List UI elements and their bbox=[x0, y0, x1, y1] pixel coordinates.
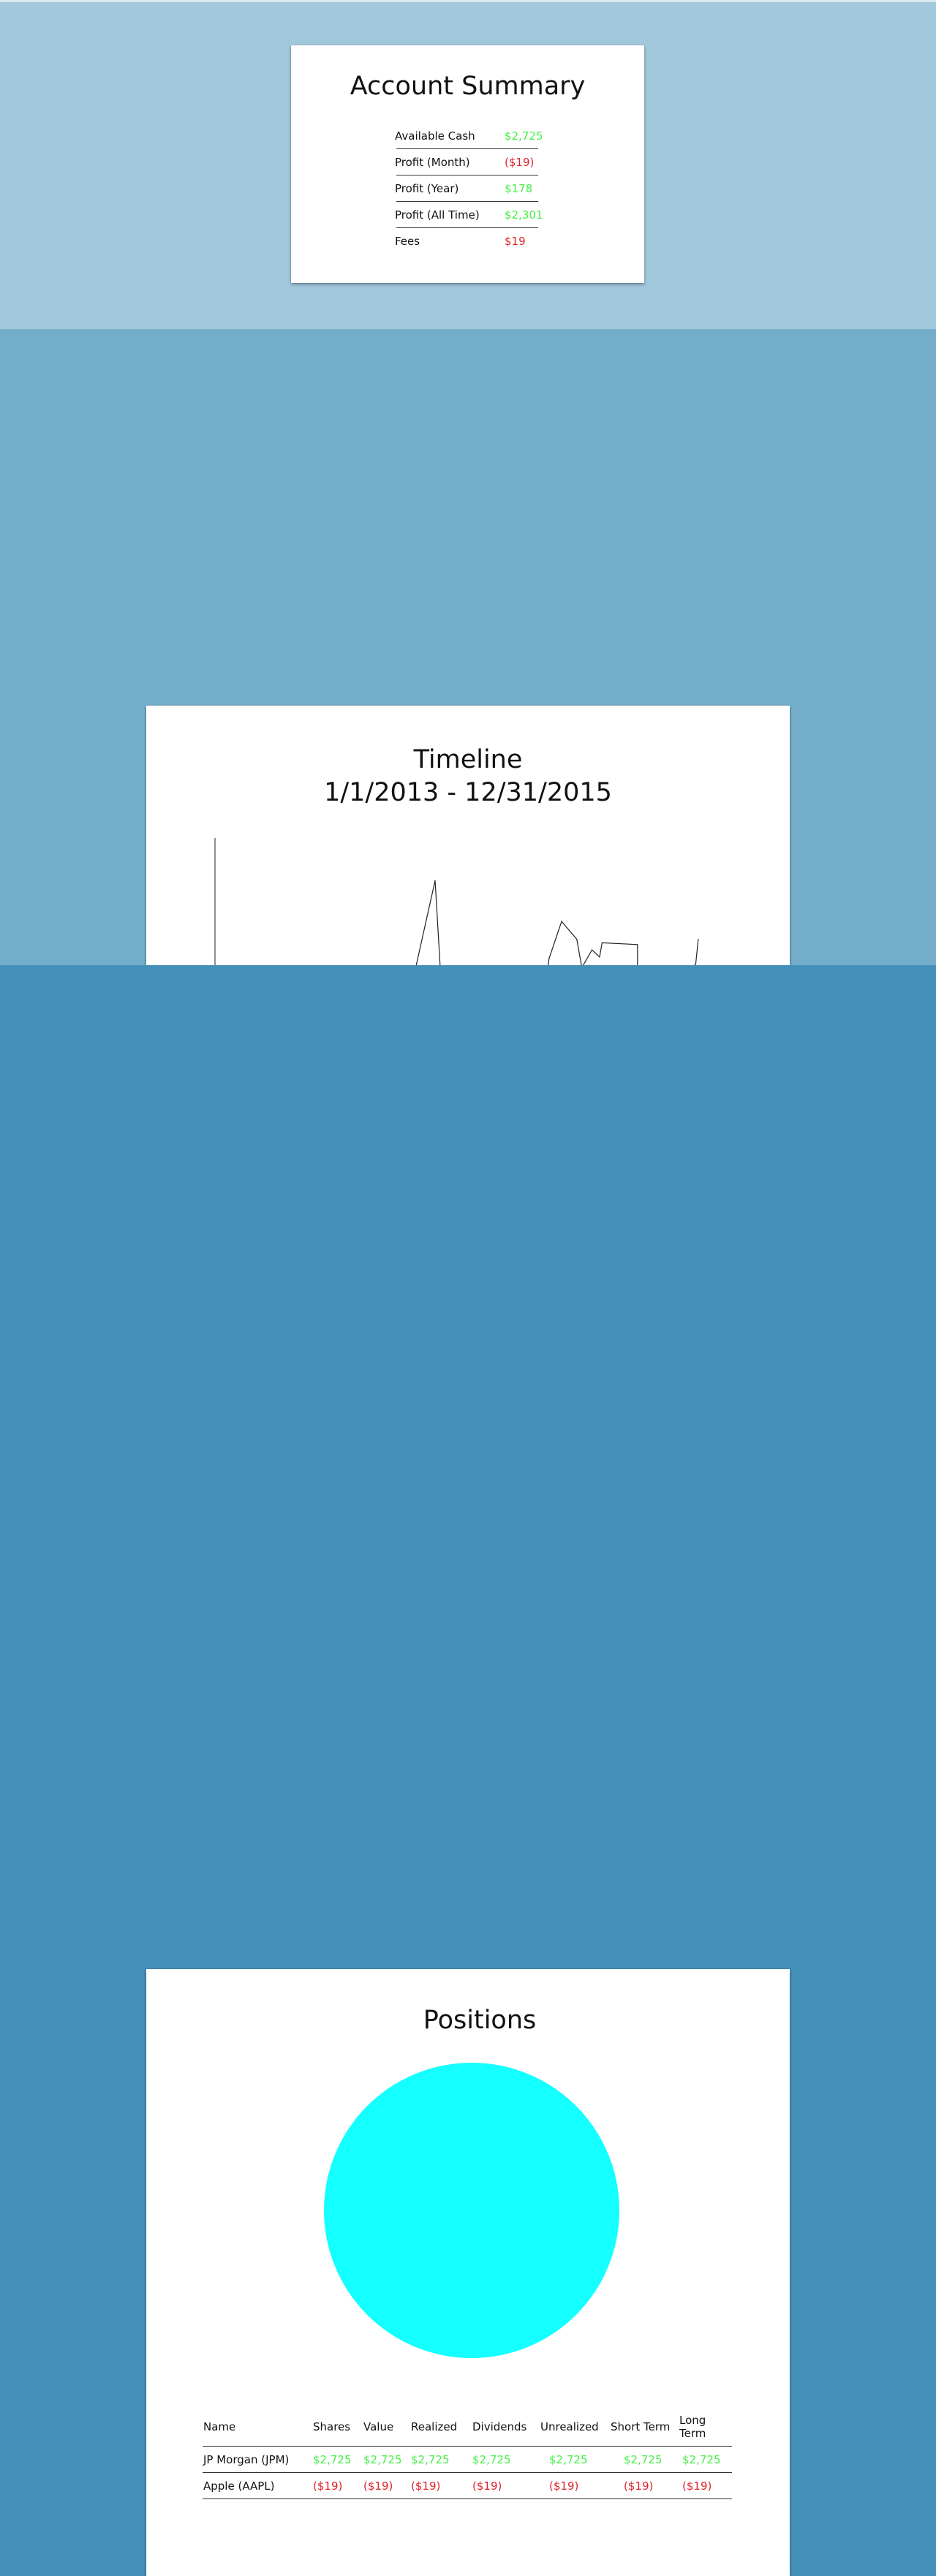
table-row: JP Morgan (JPM) $2,725 $2,725 $2,725 $2,… bbox=[203, 2446, 732, 2473]
cell-value: ($19) bbox=[363, 2472, 411, 2499]
positions-card: Positions Name Shares Value Realized Div… bbox=[146, 1969, 790, 2576]
col-header-dividends: Dividends bbox=[472, 2408, 540, 2447]
cell-shares: $2,725 bbox=[313, 2446, 363, 2473]
col-header-unrealized: Unrealized bbox=[540, 2408, 611, 2447]
cell-shares: ($19) bbox=[313, 2472, 363, 2499]
positions-pie-chart bbox=[324, 2063, 619, 2358]
col-header-short-term: Short Term bbox=[611, 2408, 679, 2447]
account-summary-list: Available Cash $2,725 Profit (Month) ($1… bbox=[395, 123, 543, 254]
summary-row-fees: Fees $19 bbox=[395, 228, 538, 254]
timeline-point-11 bbox=[561, 921, 562, 922]
positions-table: Name Shares Value Realized Dividends Unr… bbox=[203, 2408, 732, 2499]
summary-value: $178 bbox=[505, 182, 533, 195]
cell-unrealized: $2,725 bbox=[540, 2446, 611, 2473]
summary-row-profit-month: Profit (Month) ($19) bbox=[395, 149, 538, 175]
summary-value: $19 bbox=[505, 235, 526, 248]
col-header-shares: Shares bbox=[313, 2408, 363, 2447]
summary-label: Available Cash bbox=[395, 129, 475, 143]
timeline-point-5 bbox=[434, 880, 436, 881]
pie-slice-0 bbox=[324, 2063, 619, 2358]
summary-section: Account Summary Available Cash $2,725 Pr… bbox=[0, 0, 936, 329]
summary-row-profit-all-time: Profit (All Time) $2,301 bbox=[395, 202, 543, 228]
table-row: Apple (AAPL) ($19) ($19) ($19) ($19) ($1… bbox=[203, 2472, 732, 2499]
col-header-value: Value bbox=[363, 2408, 411, 2447]
summary-label: Profit (All Time) bbox=[395, 208, 480, 222]
summary-label: Profit (Year) bbox=[395, 182, 459, 195]
summary-label: Profit (Month) bbox=[395, 156, 470, 169]
pie-slices bbox=[324, 2063, 619, 2358]
cell-short-term: $2,725 bbox=[611, 2446, 679, 2473]
cell-dividends: $2,725 bbox=[472, 2446, 540, 2473]
positions-table-header: Name Shares Value Realized Dividends Unr… bbox=[203, 2408, 732, 2447]
cell-dividends: ($19) bbox=[472, 2472, 540, 2499]
cell-realized: $2,725 bbox=[411, 2446, 472, 2473]
col-header-name: Name bbox=[203, 2408, 313, 2447]
cell-long-term: $2,725 bbox=[679, 2446, 732, 2473]
timeline-point-17 bbox=[637, 944, 638, 945]
cell-realized: ($19) bbox=[411, 2472, 472, 2499]
positions-section: Positions Name Shares Value Realized Div… bbox=[0, 965, 936, 2576]
account-summary-card: Account Summary Available Cash $2,725 Pr… bbox=[291, 45, 644, 283]
timeline-section: Timeline 1/1/2013 - 12/31/2015 bbox=[0, 329, 936, 1256]
cell-unrealized: ($19) bbox=[540, 2472, 611, 2499]
col-header-realized: Realized bbox=[411, 2408, 472, 2447]
account-summary-title: Account Summary bbox=[350, 72, 586, 101]
timeline-point-12 bbox=[576, 938, 578, 940]
cell-value: $2,725 bbox=[363, 2446, 411, 2473]
cell-long-term: ($19) bbox=[679, 2472, 732, 2499]
cell-name: JP Morgan (JPM) bbox=[203, 2446, 313, 2473]
summary-label: Fees bbox=[395, 235, 420, 248]
col-header-long-term: Long Term bbox=[679, 2408, 732, 2447]
summary-value: $2,725 bbox=[505, 129, 543, 143]
cell-short-term: ($19) bbox=[611, 2472, 679, 2499]
summary-value: $2,301 bbox=[505, 208, 543, 222]
summary-value: ($19) bbox=[505, 156, 535, 169]
cell-name: Apple (AAPL) bbox=[203, 2472, 313, 2499]
timeline-point-15 bbox=[599, 956, 600, 958]
summary-row-available-cash: Available Cash $2,725 bbox=[395, 123, 543, 149]
summary-row-profit-year: Profit (Year) $178 bbox=[395, 175, 538, 202]
